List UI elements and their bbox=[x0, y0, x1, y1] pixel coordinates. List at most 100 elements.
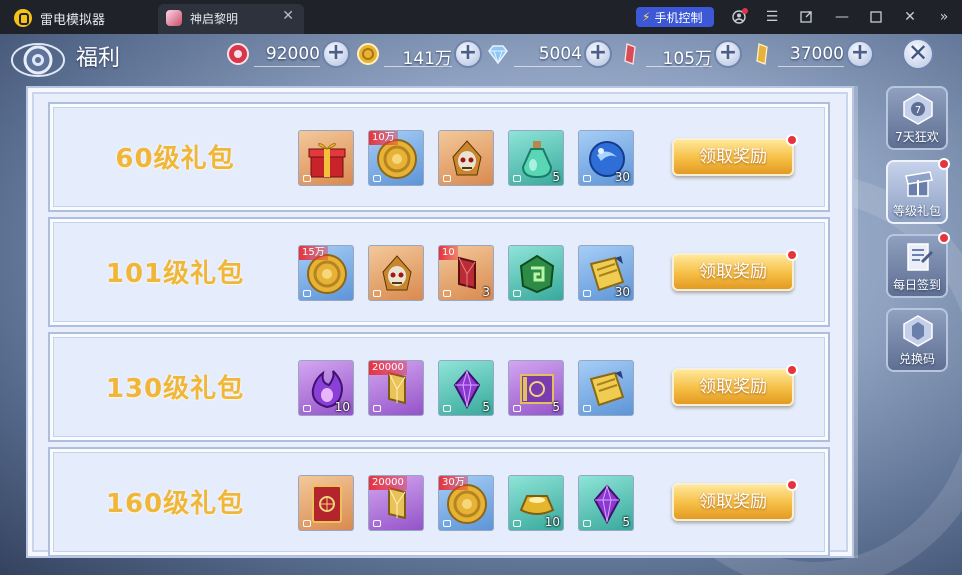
currency-red-gem: 92000 + bbox=[226, 40, 352, 70]
claim-reward-button[interactable]: 领取奖励 bbox=[672, 249, 798, 291]
side-tab-label: 兑换码 bbox=[898, 352, 935, 366]
gold-coin-icon bbox=[357, 43, 379, 65]
side-tab-label: 等级礼包 bbox=[892, 204, 941, 218]
close-window-icon[interactable]: ✕ bbox=[900, 7, 920, 27]
reward-item-slot[interactable] bbox=[438, 130, 494, 186]
claim-reward-button[interactable]: 领取奖励 bbox=[672, 479, 798, 521]
add-gold-crystal-button[interactable]: + bbox=[846, 40, 874, 68]
reward-item-slot[interactable]: 20000 bbox=[368, 360, 424, 416]
currency-red-crystal: 105万 + bbox=[618, 40, 744, 70]
gold-crystal-icon bbox=[756, 43, 768, 65]
amount-underline bbox=[384, 66, 452, 67]
currency-gold-coin: 141万 + bbox=[356, 40, 482, 70]
green-rune-icon bbox=[519, 254, 555, 294]
lightning-icon: ⚡ bbox=[642, 10, 651, 24]
notification-dot bbox=[786, 249, 798, 261]
lock-icon bbox=[303, 290, 311, 297]
lock-icon bbox=[513, 405, 521, 412]
side-tab-seven-day-badge[interactable]: 7 7天狂欢 bbox=[886, 86, 948, 150]
expand-sidebar-icon[interactable]: » bbox=[934, 7, 954, 27]
reward-item-slot[interactable] bbox=[298, 475, 354, 531]
add-red-gem-button[interactable]: + bbox=[322, 40, 350, 68]
amount-underline bbox=[646, 66, 712, 67]
game-area: 福利 92000 + 141万 + 5004 + 105万 + 37000 + … bbox=[0, 34, 962, 575]
reward-item-slot[interactable]: 30 bbox=[578, 130, 634, 186]
side-tab-daily-checkin[interactable]: 每日签到 bbox=[886, 232, 950, 298]
add-diamond-button[interactable]: + bbox=[584, 40, 612, 68]
reward-item-slot[interactable] bbox=[508, 245, 564, 301]
gift-pack-row: 101级礼包 15万 10 3 30 领取奖励 bbox=[48, 217, 830, 327]
gift-pack-title: 101级礼包 bbox=[105, 259, 245, 289]
gold-scroll-icon bbox=[589, 371, 625, 407]
tab-label: 神启黎明 bbox=[190, 12, 239, 26]
lock-icon bbox=[583, 290, 591, 297]
game-app-icon bbox=[166, 10, 182, 26]
tab-game[interactable]: 神启黎明 ✕ bbox=[158, 4, 304, 34]
reward-quantity: 5 bbox=[622, 515, 630, 529]
maximize-icon[interactable] bbox=[866, 7, 886, 27]
claim-button-label: 领取奖励 bbox=[699, 147, 767, 167]
menu-icon[interactable]: ☰ bbox=[762, 7, 782, 27]
reward-item-slot[interactable]: 10万 bbox=[368, 130, 424, 186]
gift-pack-row: 160级礼包 20000 30万 10 5 领取奖励 bbox=[48, 447, 830, 556]
reward-item-slot[interactable]: 10 bbox=[508, 475, 564, 531]
reward-item-slot[interactable]: 5 bbox=[578, 475, 634, 531]
gift-pack-row: 60级礼包 10万 5 30 领取奖励 bbox=[48, 102, 830, 212]
reward-amount-badge: 15万 bbox=[299, 246, 328, 260]
claim-reward-button[interactable]: 领取奖励 bbox=[672, 364, 798, 406]
reward-amount-badge: 10 bbox=[439, 246, 458, 260]
reward-item-slot[interactable] bbox=[368, 245, 424, 301]
diamond-amount: 5004 bbox=[538, 44, 582, 64]
welfare-emblem-icon bbox=[11, 43, 65, 77]
claim-button-label: 领取奖励 bbox=[699, 377, 767, 397]
red-crystal-icon bbox=[624, 43, 636, 65]
lock-icon bbox=[583, 175, 591, 182]
gift-pack-title: 60级礼包 bbox=[115, 144, 235, 174]
lock-icon bbox=[303, 175, 311, 182]
side-tab-redeem-code[interactable]: 兑换码 bbox=[886, 308, 948, 372]
user-account-icon[interactable] bbox=[729, 7, 749, 27]
tab-close-icon[interactable]: ✕ bbox=[282, 8, 294, 24]
reward-quantity: 5 bbox=[482, 400, 490, 414]
add-red-crystal-button[interactable]: + bbox=[714, 40, 742, 68]
gift-pack-title: 160级礼包 bbox=[105, 489, 245, 519]
reward-item-slot[interactable]: 20000 bbox=[368, 475, 424, 531]
lock-icon bbox=[583, 520, 591, 527]
reward-item-slot[interactable]: 30 bbox=[578, 245, 634, 301]
reward-amount-badge: 10万 bbox=[369, 131, 398, 145]
reward-item-slot[interactable]: 10 bbox=[298, 360, 354, 416]
lock-icon bbox=[443, 405, 451, 412]
lock-icon bbox=[303, 405, 311, 412]
add-gold-coin-button[interactable]: + bbox=[454, 40, 482, 68]
popout-icon[interactable] bbox=[796, 7, 816, 27]
gift-pack-row: 130级礼包 10 20000 5 5 领取奖励 bbox=[48, 332, 830, 442]
reward-item-slot[interactable]: 10 3 bbox=[438, 245, 494, 301]
reward-item-slot[interactable] bbox=[578, 360, 634, 416]
close-panel-button[interactable]: ✕ bbox=[902, 38, 934, 70]
minimize-icon[interactable]: — bbox=[832, 7, 852, 27]
notification-dot bbox=[786, 134, 798, 146]
reward-item-slot[interactable]: 30万 bbox=[438, 475, 494, 531]
lock-icon bbox=[513, 290, 521, 297]
side-tab-level-gift[interactable]: 等级礼包 bbox=[886, 158, 950, 224]
reward-item-slot[interactable]: 15万 bbox=[298, 245, 354, 301]
lock-icon bbox=[373, 520, 381, 527]
red-card-icon bbox=[312, 485, 342, 523]
phone-control-button[interactable]: ⚡ 手机控制 bbox=[636, 7, 714, 27]
claim-reward-button[interactable]: 领取奖励 bbox=[672, 134, 798, 176]
reward-item-slot[interactable]: 5 bbox=[508, 360, 564, 416]
claim-button-label: 领取奖励 bbox=[699, 492, 767, 512]
level-gift-icon bbox=[905, 171, 933, 197]
reward-item-slot[interactable]: 5 bbox=[438, 360, 494, 416]
reward-item-slot[interactable] bbox=[298, 130, 354, 186]
gold-crystal-amount: 37000 bbox=[789, 44, 844, 64]
reward-item-slot[interactable]: 5 bbox=[508, 130, 564, 186]
app-title: 雷电模拟器 bbox=[40, 13, 106, 28]
notification-dot bbox=[938, 158, 950, 170]
reward-quantity: 30 bbox=[614, 170, 630, 184]
diamond-icon bbox=[488, 45, 508, 65]
reward-quantity: 5 bbox=[552, 400, 560, 414]
scrollbar-track[interactable] bbox=[854, 86, 858, 558]
notification-dot bbox=[786, 479, 798, 491]
level-gift-panel: 60级礼包 10万 5 30 领取奖励 101级礼包 15万 10 3 30 领取奖励 130级礼包 1… bbox=[26, 86, 854, 558]
